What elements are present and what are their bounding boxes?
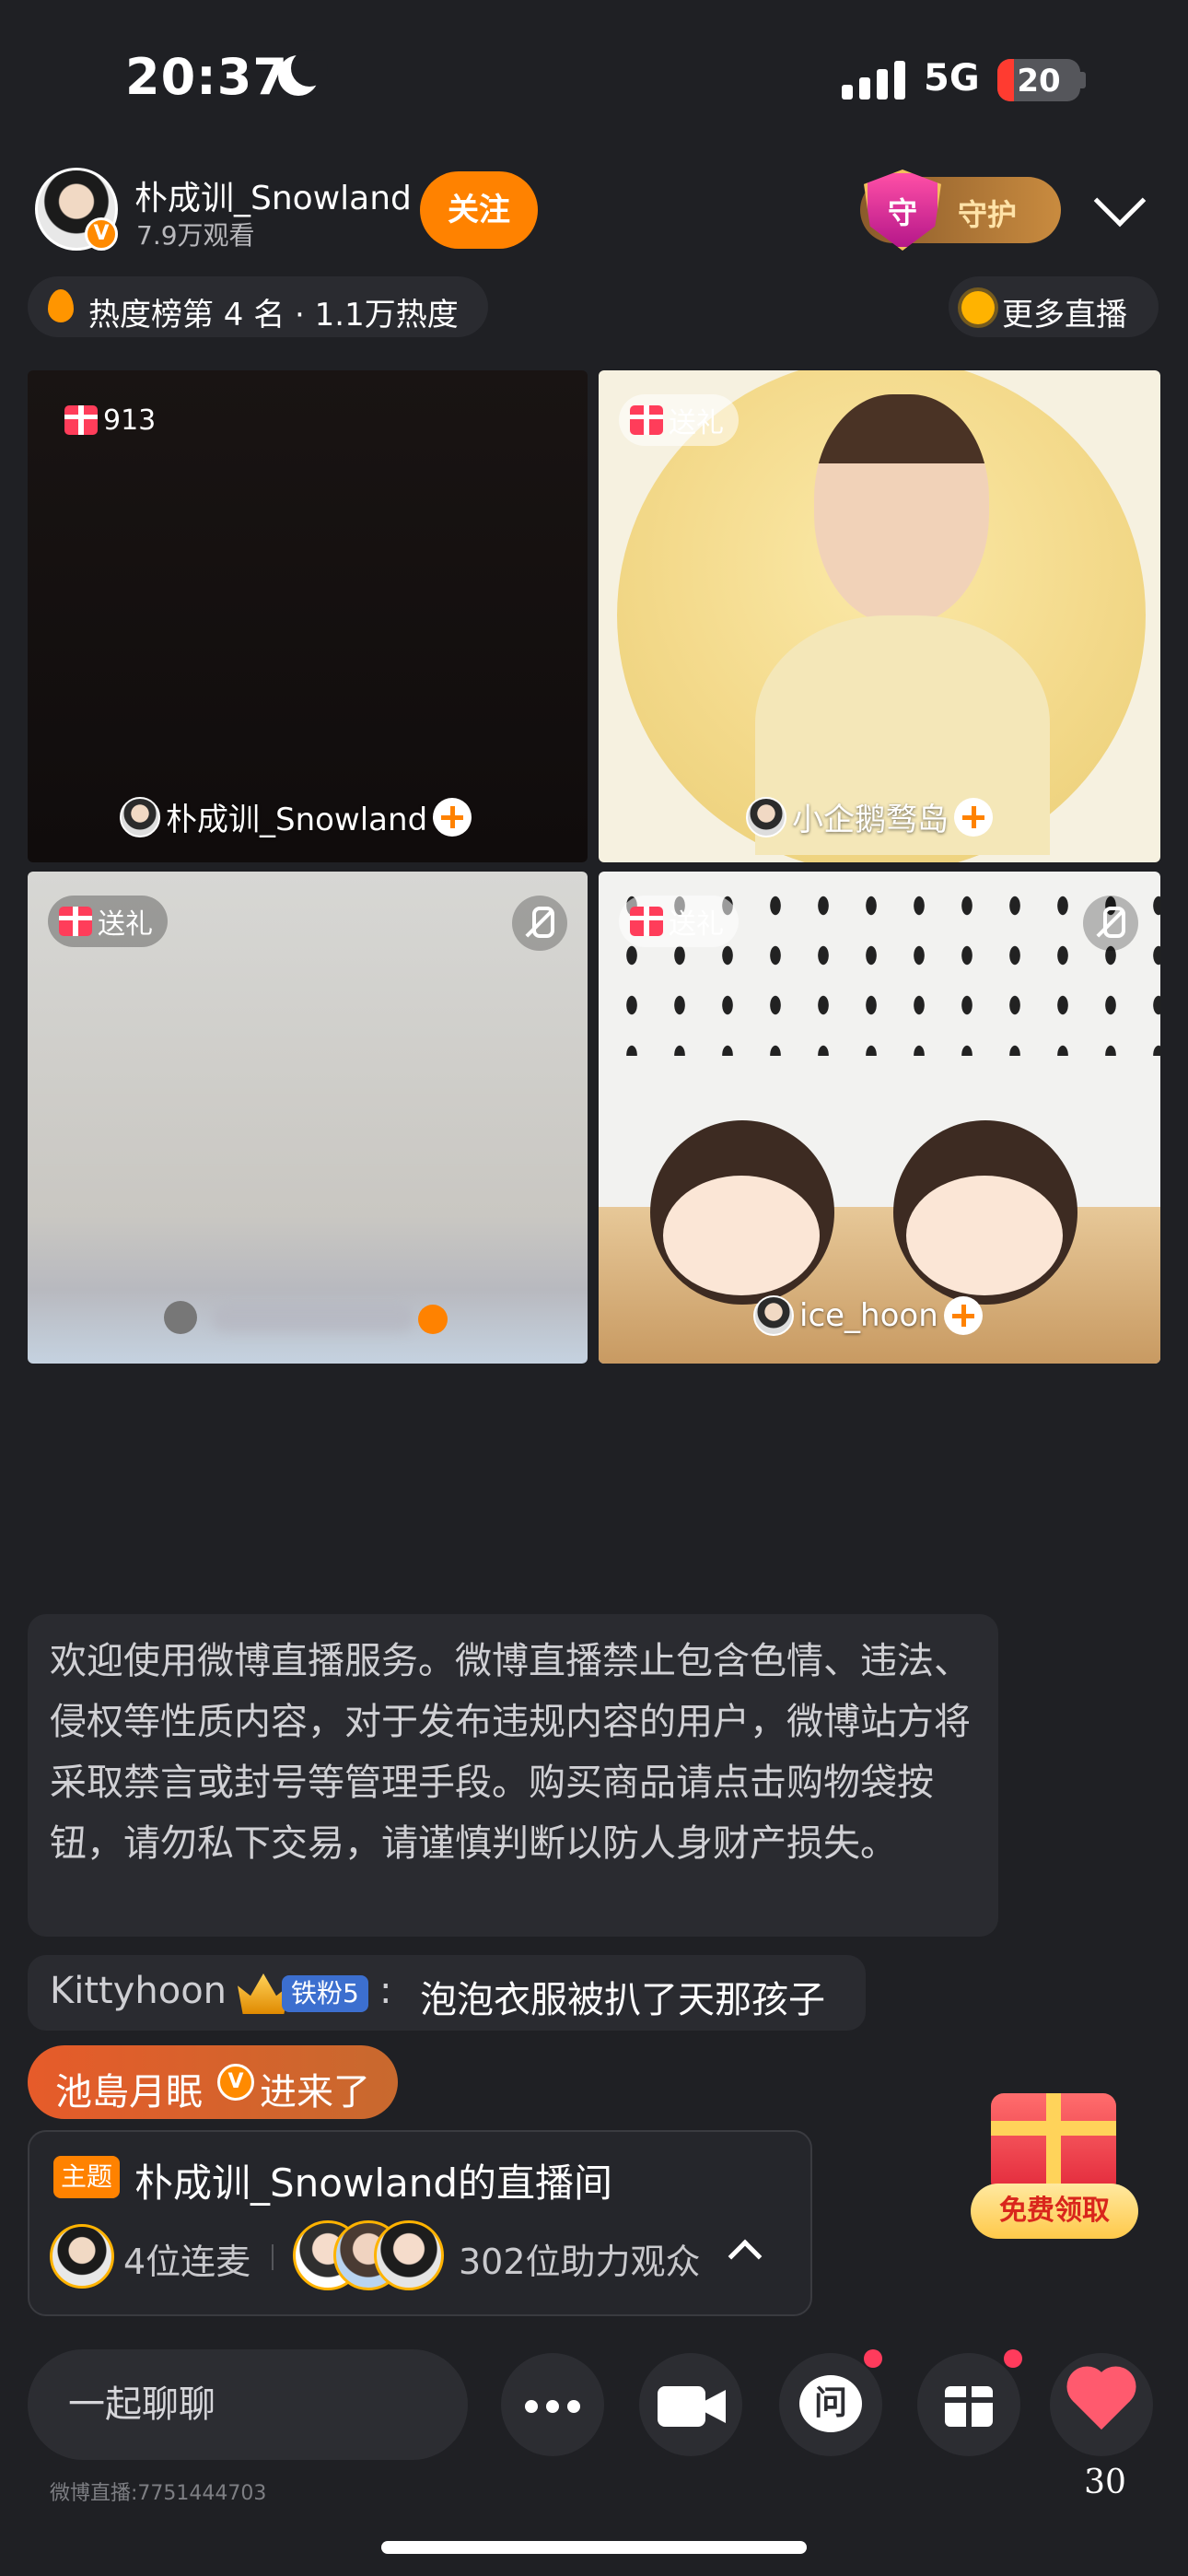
gift-count-badge[interactable]: 913 bbox=[53, 394, 170, 446]
guard-shield-label: 守 bbox=[887, 195, 917, 230]
tile-name: 小企鹅骛岛 bbox=[792, 802, 949, 838]
topic-tag: 主题 bbox=[53, 2156, 120, 2198]
guard-label: 守护 bbox=[958, 197, 1018, 232]
avatar bbox=[746, 796, 786, 837]
host-name[interactable]: 朴成训_Snowland bbox=[134, 171, 412, 219]
send-gift-badge[interactable]: 送礼 bbox=[48, 896, 168, 947]
video-tile-guest-1[interactable]: 送礼 小企鹅骛岛 bbox=[599, 370, 1160, 862]
send-gift-label: 送礼 bbox=[98, 908, 153, 941]
chat-separator: : bbox=[379, 1970, 392, 2012]
verified-icon: V bbox=[217, 2064, 254, 2101]
plush-face bbox=[663, 1176, 820, 1295]
heart-icon bbox=[1072, 2371, 1131, 2430]
gift-icon bbox=[64, 405, 98, 435]
gift-icon bbox=[59, 907, 92, 936]
gift-count: 913 bbox=[103, 404, 157, 437]
audience-count[interactable]: 302位助力观众 bbox=[459, 2233, 701, 2284]
send-gift-badge[interactable]: 送礼 bbox=[619, 394, 739, 446]
home-indicator[interactable] bbox=[381, 2541, 807, 2554]
like-button[interactable] bbox=[1050, 2353, 1153, 2456]
plus-icon[interactable] bbox=[433, 797, 472, 837]
battery-cap bbox=[1080, 72, 1086, 88]
notification-dot bbox=[864, 2349, 882, 2368]
ask-button[interactable]: 问 bbox=[779, 2353, 882, 2456]
network-label: 5G bbox=[924, 57, 980, 100]
notification-dot bbox=[1004, 2349, 1022, 2368]
tile-name: ice_hoon bbox=[799, 1297, 938, 1334]
view-count: 7.9万观看 bbox=[136, 220, 255, 251]
gift-icon bbox=[630, 907, 663, 936]
plus-icon[interactable] bbox=[418, 1305, 448, 1334]
free-gift-button[interactable]: 免费领取 bbox=[971, 2184, 1138, 2239]
hot-rank-text: 热度榜第 4 名 · 1.1万热度 bbox=[88, 297, 459, 334]
more-button[interactable] bbox=[501, 2353, 604, 2456]
plush-face bbox=[906, 1176, 1063, 1295]
free-gift-icon[interactable] bbox=[991, 2093, 1116, 2195]
send-gift-label: 送礼 bbox=[669, 407, 724, 439]
blurred-name bbox=[212, 1305, 414, 1332]
avatar bbox=[120, 796, 160, 837]
room-title: 朴成训_Snowland的直播间 bbox=[134, 2160, 613, 2206]
gift-button[interactable] bbox=[917, 2353, 1020, 2456]
fan-level-badge: 铁粉5 bbox=[282, 1975, 368, 2012]
verified-icon: V bbox=[85, 217, 118, 251]
muted-mic-icon bbox=[512, 896, 567, 951]
plus-icon[interactable] bbox=[954, 797, 993, 837]
video-tile-guest-2[interactable]: 送礼 bbox=[28, 872, 588, 1364]
planet-icon bbox=[961, 291, 995, 324]
follow-button[interactable]: 关注 bbox=[420, 171, 538, 249]
tile-name: 朴成训_Snowland bbox=[166, 802, 428, 838]
more-live-label: 更多直播 bbox=[1002, 297, 1127, 334]
gift-icon bbox=[945, 2386, 993, 2427]
status-time: 20:37 bbox=[125, 48, 288, 106]
divider bbox=[272, 2244, 274, 2270]
send-gift-label: 送礼 bbox=[669, 908, 724, 941]
signal-icon bbox=[842, 59, 906, 100]
chat-input[interactable] bbox=[28, 2349, 468, 2460]
gift-icon bbox=[630, 405, 663, 435]
live-id: 微博直播:7751444703 bbox=[50, 2482, 267, 2505]
avatar bbox=[164, 1301, 197, 1334]
enter-text: 进来了 bbox=[260, 2071, 370, 2113]
camera-icon bbox=[658, 2386, 705, 2427]
like-count: 30 bbox=[1084, 2464, 1126, 2501]
tile-name-chip[interactable]: 朴成训_Snowland bbox=[120, 794, 472, 839]
chat-username[interactable]: Kittyhoon bbox=[50, 1970, 227, 2012]
chevron-down-icon[interactable] bbox=[1093, 174, 1147, 228]
plus-icon[interactable] bbox=[943, 1296, 983, 1335]
camera-button[interactable] bbox=[639, 2353, 742, 2456]
battery-icon: 20 bbox=[997, 59, 1080, 101]
muted-mic-icon bbox=[1083, 896, 1138, 951]
chat-text: 泡泡衣服被扒了天那孩子 bbox=[420, 1979, 825, 2021]
video-tile-host[interactable]: 913 朴成训_Snowland bbox=[28, 370, 588, 862]
ask-icon: 问 bbox=[799, 2375, 862, 2432]
avatar bbox=[50, 2224, 114, 2289]
enter-username[interactable]: 池島月眠 bbox=[55, 2062, 203, 2115]
linked-count[interactable]: 4位连麦 bbox=[123, 2233, 250, 2284]
avatar bbox=[753, 1295, 794, 1336]
send-gift-badge[interactable]: 送礼 bbox=[619, 896, 739, 947]
flame-icon bbox=[48, 289, 74, 322]
system-notice: 欢迎使用微博直播服务。微博直播禁止包含色情、违法、侵权等性质内容，对于发布违规内… bbox=[28, 1614, 998, 1937]
tile-name-chip[interactable]: 小企鹅骛岛 bbox=[746, 794, 993, 839]
battery-level: 20 bbox=[1017, 63, 1061, 100]
avatar bbox=[374, 2220, 444, 2290]
video-tile-guest-3[interactable]: 送礼 ice_hoon bbox=[599, 872, 1160, 1364]
moon-icon bbox=[278, 50, 328, 96]
tile-name-chip[interactable]: ice_hoon bbox=[753, 1295, 983, 1336]
